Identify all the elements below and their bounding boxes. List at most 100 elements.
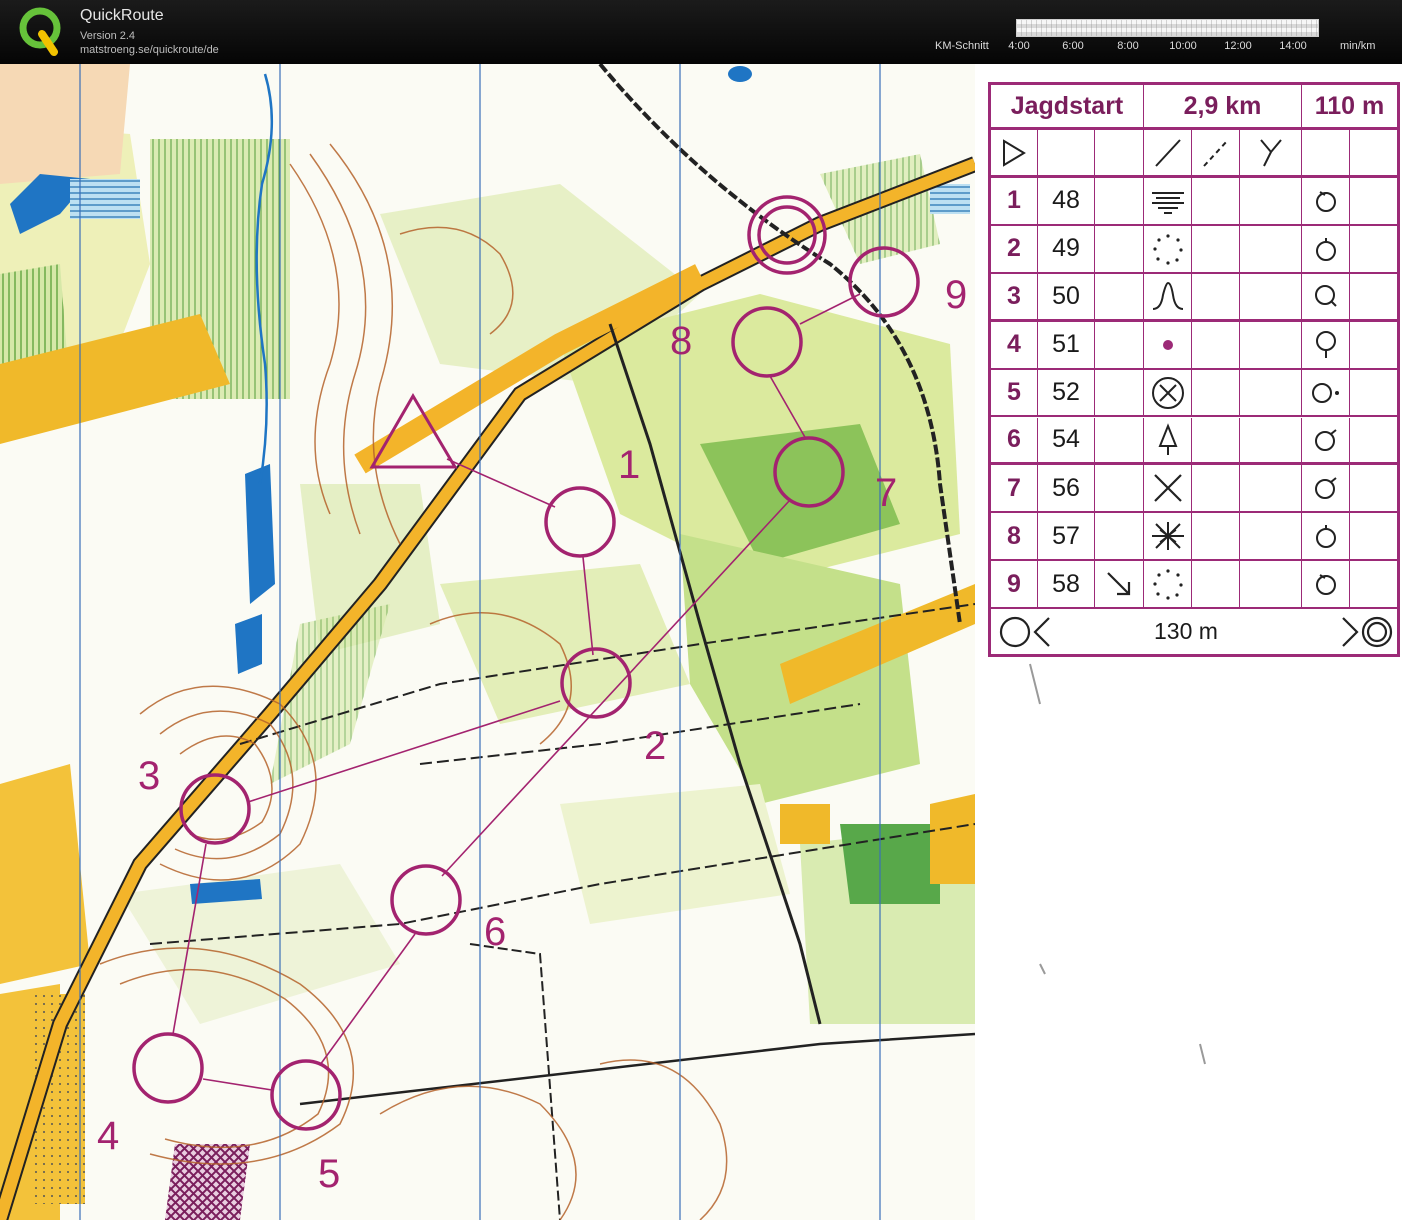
cd-feature-cell [1144, 465, 1192, 512]
cd-feature-cell [1144, 225, 1192, 272]
control-number-label: 8 [670, 319, 692, 363]
cd-empty-cell [1350, 561, 1397, 607]
cd-empty-cell [1095, 369, 1144, 416]
cd-control-row: 3 50 [991, 273, 1397, 322]
cd-start-row [991, 130, 1397, 178]
control-position-icon [1311, 382, 1339, 403]
cd-position-cell [1302, 178, 1350, 224]
control-number: 8 [1007, 521, 1021, 550]
cd-empty-cell [1240, 561, 1302, 608]
pace-tick: 4:00 [1008, 40, 1030, 52]
cd-header-row: Jagdstart 2,9 km 110 m [991, 85, 1397, 130]
cd-empty-cell [1240, 369, 1302, 416]
cd-empty-cell [1095, 130, 1144, 175]
cd-empty-cell [1192, 561, 1240, 608]
cd-empty-cell [1095, 513, 1144, 560]
cd-length-cell: 2,9 km [1144, 85, 1302, 127]
pace-tick: 10:00 [1169, 40, 1197, 52]
app-version: Version 2.4 [80, 30, 136, 42]
cd-number-cell: 2 [991, 225, 1038, 272]
cd-empty-cell [1350, 274, 1397, 319]
cd-empty-cell [1095, 225, 1144, 272]
control-code: 48 [1052, 186, 1080, 215]
start-symbol-cell [991, 130, 1038, 175]
control-number-label: 6 [484, 910, 506, 954]
control-position-icon [1314, 429, 1337, 451]
cd-finish-row: 130 m [991, 610, 1397, 654]
cd-position-cell [1302, 225, 1350, 272]
cd-control-row: 6 54 [991, 417, 1397, 466]
dotted-circle-icon [1152, 234, 1183, 265]
cd-empty-cell [1192, 321, 1240, 368]
cd-number-cell: 5 [991, 369, 1038, 416]
pace-label: KM-Schnitt [935, 40, 989, 52]
cd-code-cell: 50 [1038, 273, 1095, 319]
cd-empty-cell [1350, 178, 1397, 224]
cd-empty-cell [1240, 417, 1302, 463]
cd-empty-cell [1192, 513, 1240, 560]
terraces-icon [1151, 191, 1184, 214]
control-number-label: 9 [945, 273, 967, 317]
cd-number-cell: 7 [991, 465, 1038, 512]
cd-position-cell [1302, 465, 1350, 512]
cd-empty-cell [1192, 225, 1240, 272]
orienteering-map[interactable]: 1 2 3 4 5 6 7 8 9 Jagdstart 2,9 km 110 m [0, 64, 1402, 1220]
cd-empty-cell [1038, 130, 1095, 175]
control-number: 6 [1007, 425, 1021, 454]
cd-position-cell [1302, 321, 1350, 368]
cd-empty-cell [1240, 273, 1302, 319]
app-header: QuickRoute Version 2.4 matstroeng.se/qui… [0, 0, 1402, 64]
cd-position-cell [1302, 417, 1350, 463]
app-url[interactable]: matstroeng.se/quickroute/de [80, 44, 219, 56]
cd-feature-cell [1144, 369, 1192, 416]
cd-empty-cell [1192, 178, 1240, 224]
cd-empty-cell [1192, 369, 1240, 416]
control-number: 9 [1007, 569, 1021, 598]
cd-control-row: 7 56 [991, 465, 1397, 514]
cd-feature-cell [1144, 178, 1192, 224]
junction-icon [1259, 138, 1282, 166]
control-code: 49 [1052, 234, 1080, 263]
cd-feature-cell [1144, 561, 1192, 608]
tree-icon [1158, 423, 1177, 455]
x-icon [1153, 474, 1182, 503]
cd-feature-cell [1144, 273, 1192, 319]
cd-feature-cell [1144, 321, 1192, 368]
cd-code-cell: 57 [1038, 513, 1095, 560]
cd-number-cell: 3 [991, 273, 1038, 319]
finish-circle-icon [1342, 616, 1393, 648]
cd-empty-cell [1192, 465, 1240, 512]
control-number: 2 [1007, 234, 1021, 263]
control-number-label: 5 [318, 1152, 340, 1196]
cd-code-cell: 51 [1038, 321, 1095, 368]
app-name: QuickRoute [80, 7, 164, 24]
cd-code-cell: 56 [1038, 465, 1095, 512]
cd-control-row: 1 48 [991, 178, 1397, 226]
cd-empty-cell [1302, 130, 1350, 175]
map-terrain [0, 64, 975, 1220]
control-code: 56 [1052, 473, 1080, 502]
dot-icon [1162, 339, 1173, 350]
control-description-sheet: Jagdstart 2,9 km 110 m 1 48 2 49 3 50 4 … [988, 82, 1400, 657]
cd-control-row: 2 49 [991, 225, 1397, 274]
cd-position-cell [1302, 369, 1350, 416]
start-triangle-icon [1003, 138, 1026, 167]
cd-number-cell: 9 [991, 561, 1038, 608]
cd-empty-cell [1095, 465, 1144, 512]
cd-empty-cell [1192, 273, 1240, 319]
cd-empty-cell [1350, 226, 1397, 272]
pace-tick: 12:00 [1224, 40, 1252, 52]
cd-climb-cell: 110 m [1302, 85, 1397, 127]
course-length: 2,9 km [1183, 91, 1262, 120]
control-code: 57 [1052, 521, 1080, 550]
cd-empty-cell [1240, 178, 1302, 224]
cd-number-cell: 8 [991, 513, 1038, 560]
cd-empty-cell [1240, 513, 1302, 560]
pace-tick: 8:00 [1117, 40, 1139, 52]
course-title: Jagdstart [1010, 91, 1124, 120]
cd-empty-cell [1350, 370, 1397, 416]
cd-code-cell: 49 [1038, 225, 1095, 272]
cd-position-cell [1302, 513, 1350, 560]
thicket-icon [1151, 522, 1184, 551]
cd-control-row: 4 51 [991, 321, 1397, 370]
